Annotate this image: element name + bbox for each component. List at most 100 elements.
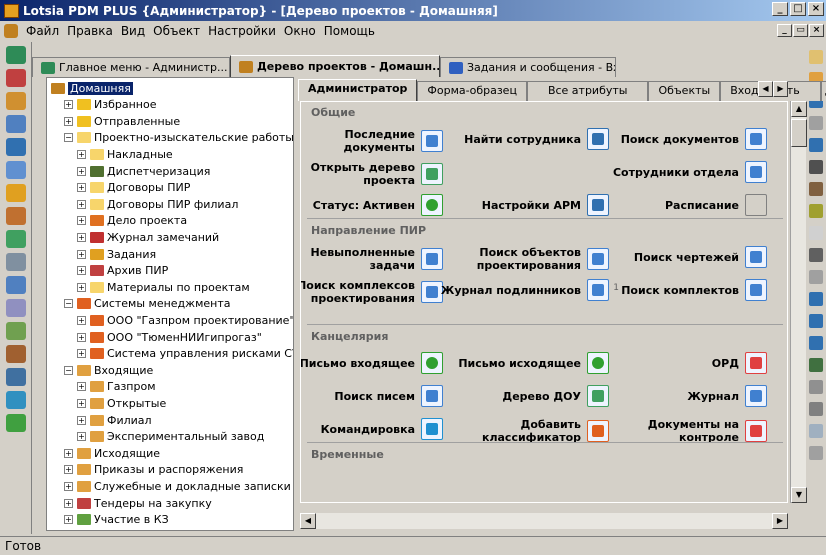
expand-icon[interactable]: +	[64, 515, 73, 525]
expand-icon[interactable]: +	[77, 216, 86, 226]
tab-left-arrow-icon[interactable]: ◀	[758, 81, 773, 97]
menu-file[interactable]: Файл	[22, 24, 63, 38]
tree-item[interactable]: + Архив ПИР	[77, 263, 168, 279]
tab-main-menu[interactable]: Главное меню - Администр...	[32, 57, 230, 77]
tree-item[interactable]: − Проектно-изыскательские работы	[64, 130, 293, 146]
users-icon[interactable]	[6, 161, 26, 179]
collapse-icon[interactable]: −	[64, 299, 73, 309]
expand-icon[interactable]: +	[77, 199, 86, 209]
up-icon[interactable]	[809, 138, 823, 152]
doc-minimize-button[interactable]: _	[777, 24, 792, 37]
tree-item[interactable]: + Приказы и распоряжения	[64, 462, 243, 478]
doc-close-button[interactable]: ×	[809, 24, 824, 37]
expand-icon[interactable]: +	[64, 498, 73, 508]
expand-icon[interactable]: +	[77, 282, 86, 292]
expand-icon[interactable]: +	[77, 249, 86, 259]
expand-icon[interactable]: +	[77, 349, 86, 359]
tree-item[interactable]: + Система управления рисками СУР	[77, 346, 293, 362]
scroll-thumb[interactable]	[791, 119, 807, 147]
action-button[interactable]: Поиск комплектов	[597, 279, 767, 301]
search-icon[interactable]	[6, 138, 26, 156]
user-add-icon[interactable]	[6, 230, 26, 248]
copy-icon[interactable]	[809, 424, 823, 438]
key-icon[interactable]	[6, 184, 26, 202]
action-button[interactable]: Открыть дерево проекта	[301, 161, 443, 187]
expand-icon[interactable]: +	[77, 415, 86, 425]
tab-administrator[interactable]: Администратор	[298, 79, 418, 101]
action-button[interactable]: Поиск писем	[301, 385, 443, 407]
expand-icon[interactable]: +	[77, 315, 86, 325]
tree-icon[interactable]	[6, 322, 26, 340]
collapse-icon[interactable]: −	[64, 133, 73, 143]
tree-item[interactable]: + Газпром	[77, 379, 156, 395]
horizontal-scrollbar[interactable]: ◀ ▶	[300, 513, 788, 529]
tree-item[interactable]: + Договоры ПИР	[77, 180, 190, 196]
collapse-icon[interactable]: −	[64, 365, 73, 375]
tab-more[interactable]: До	[820, 81, 826, 101]
menu-help[interactable]: Помощь	[320, 24, 379, 38]
tree-item[interactable]: + Открытые	[77, 395, 166, 411]
action-button[interactable]: Журнал	[597, 385, 767, 407]
tree-item[interactable]: Домашняя	[51, 80, 133, 96]
action-button[interactable]: Дерево ДОУ	[439, 385, 609, 407]
expand-icon[interactable]: +	[64, 481, 73, 491]
expand-icon[interactable]: +	[64, 116, 73, 126]
people-icon[interactable]	[6, 207, 26, 225]
action-button[interactable]: Найти сотрудника	[439, 128, 609, 150]
maximize-button[interactable]: □	[790, 2, 806, 16]
action-button[interactable]: Сотрудники отдела	[597, 161, 767, 183]
tab-form-sample[interactable]: Форма-образец	[417, 81, 527, 101]
cut-icon[interactable]	[809, 402, 823, 416]
expand-icon[interactable]: +	[77, 332, 86, 342]
expand-icon[interactable]: +	[77, 166, 86, 176]
action-button[interactable]: Поиск чертежей	[597, 246, 767, 268]
tree-item[interactable]: + Договоры ПИР филиал	[77, 196, 238, 212]
report-icon[interactable]	[6, 368, 26, 386]
vertical-scrollbar[interactable]: ▲ ▼	[790, 101, 807, 503]
doc-restore-button[interactable]: ▭	[793, 24, 808, 37]
action-button[interactable]: Поиск комплексов проектирования	[301, 279, 443, 305]
tree-item[interactable]: + Избранное	[64, 97, 156, 113]
open-icon[interactable]	[809, 50, 823, 64]
tree-item[interactable]: + Журнал замечаний	[77, 229, 219, 245]
expand-icon[interactable]: +	[64, 100, 73, 110]
tree-item[interactable]: + Отправленные	[64, 113, 180, 129]
tree-item[interactable]: + Задания	[77, 246, 156, 262]
menu-settings[interactable]: Настройки	[204, 24, 280, 38]
inbox-icon[interactable]	[6, 276, 26, 294]
action-button[interactable]: Журнал подлинников 1	[439, 279, 619, 301]
tab-all-attributes[interactable]: Все атрибуты	[526, 81, 649, 101]
grid-icon[interactable]	[6, 414, 26, 432]
expand-icon[interactable]: +	[77, 382, 86, 392]
expand-icon[interactable]: +	[77, 432, 86, 442]
expand-icon[interactable]: +	[77, 266, 86, 276]
expand-icon[interactable]: +	[64, 465, 73, 475]
scroll-right-icon[interactable]: ▶	[772, 513, 788, 529]
action-button[interactable]: Поиск объектов проектирования	[439, 246, 609, 272]
expand-icon[interactable]: +	[77, 149, 86, 159]
paste-icon[interactable]	[809, 446, 823, 460]
check-icon[interactable]	[6, 391, 26, 409]
minimize-button[interactable]: _	[772, 2, 788, 16]
scroll-up-icon[interactable]: ▲	[791, 101, 807, 117]
menu-view[interactable]: Вид	[117, 24, 149, 38]
action-button[interactable]: Статус: Активен	[301, 194, 443, 216]
expand-icon[interactable]: +	[77, 398, 86, 408]
tree-item[interactable]: + Диспетчеризация	[77, 163, 210, 179]
tab-right-arrow-icon[interactable]: ▶	[773, 81, 788, 97]
action-button[interactable]: Невыполненные задачи	[301, 246, 443, 272]
tools-icon[interactable]	[809, 380, 823, 394]
tab-objects[interactable]: Объекты	[648, 81, 721, 101]
menu-edit[interactable]: Правка	[63, 24, 117, 38]
scroll-down-icon[interactable]: ▼	[791, 487, 807, 503]
blank-icon[interactable]	[809, 270, 823, 284]
tree-item[interactable]: + Исходящие	[64, 445, 160, 461]
binoculars-icon[interactable]	[809, 248, 823, 262]
panel2-icon[interactable]	[809, 314, 823, 328]
action-button[interactable]: Документы на контроле	[597, 418, 767, 444]
settings-icon[interactable]	[6, 345, 26, 363]
main-menu-icon[interactable]	[6, 46, 26, 64]
tab-project-tree[interactable]: Дерево проектов - Домашн...	[230, 55, 440, 77]
tab-tasks-messages[interactable]: Задания и сообщения - Вх...	[440, 57, 616, 77]
tree-item[interactable]: + Участие в КЗ	[64, 512, 169, 528]
